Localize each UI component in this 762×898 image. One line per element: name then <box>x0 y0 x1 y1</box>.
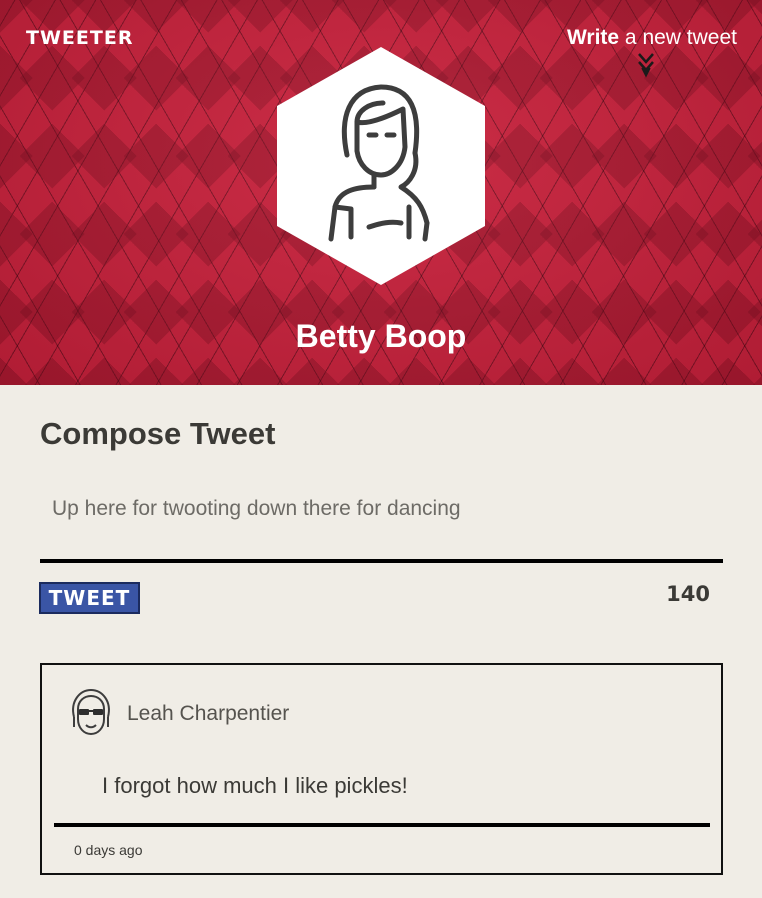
character-counter: 140 <box>666 582 710 606</box>
tweet-author[interactable]: Leah Charpentier <box>127 702 289 726</box>
tweet-text: I forgot how much I like pickles! <box>102 773 408 798</box>
profile-name: Betty Boop <box>295 318 467 354</box>
tweet-timestamp: 0 days ago <box>74 842 143 858</box>
write-tweet-link[interactable]: Write a new tweet <box>567 26 737 50</box>
tweet-button[interactable]: TWEET <box>39 582 140 614</box>
tweet-input[interactable] <box>40 491 723 563</box>
compose-title: Compose Tweet <box>40 416 276 451</box>
profile-header: TWEETER Write a new tweet Betty Boop <box>0 0 762 385</box>
tweet-card: Leah Charpentier I forgot how much I lik… <box>40 663 723 875</box>
woman-avatar-icon <box>277 47 485 285</box>
sunglasses-avatar-icon <box>72 688 110 736</box>
tweet-divider <box>54 823 710 827</box>
chevron-down-double-icon[interactable] <box>636 50 656 78</box>
app-logo[interactable]: TWEETER <box>26 27 133 49</box>
write-label: Write <box>566 26 620 49</box>
new-tweet-label: a new tweet <box>619 26 737 49</box>
